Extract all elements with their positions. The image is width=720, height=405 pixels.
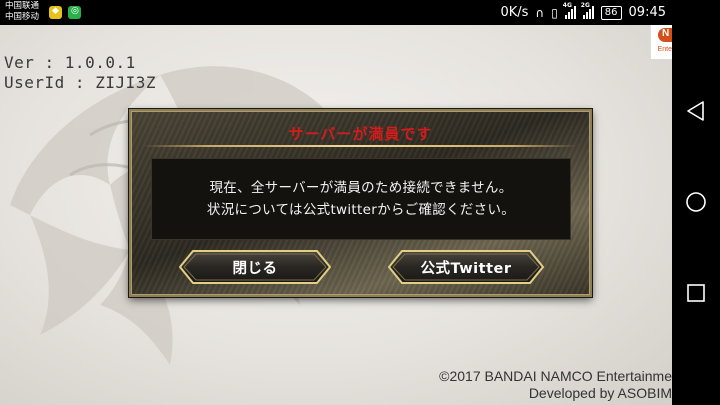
dialog-title: サーバーが満員です xyxy=(288,125,433,143)
carrier-2: 中国移动 xyxy=(5,12,40,22)
navigation-bar xyxy=(672,0,720,405)
logo-text: Ente xyxy=(657,46,672,53)
official-twitter-button[interactable]: 公式Twitter xyxy=(388,250,544,284)
version-label: Ver : 1.0.0.1 xyxy=(4,53,136,72)
back-icon[interactable] xyxy=(684,99,708,123)
message-line-1: 現在、全サーバーが満員のため接続できません。 xyxy=(209,180,513,196)
headphones-icon: ∩ xyxy=(535,5,545,20)
copyright: ©2017 BANDAI NAMCO Entertainme Developed… xyxy=(439,368,672,402)
copyright-line-1: ©2017 BANDAI NAMCO Entertainme xyxy=(439,368,672,384)
status-bar: 中国联通 中国移动 ◆ ◎ 0K/s ∩ ▯ 4G 2G 86 09:45 xyxy=(0,0,672,25)
title-divider xyxy=(143,145,578,147)
recents-icon[interactable] xyxy=(684,281,708,305)
game-screen: Ver : 1.0.0.1 UserId : ZIJI3Z N Ente ©20… xyxy=(0,25,672,405)
twitter-button-label: 公式Twitter xyxy=(420,260,512,277)
close-button-label: 閉じる xyxy=(232,260,278,277)
message-line-2: 状況については公式twitterからご確認ください。 xyxy=(206,202,516,218)
carrier-1: 中国联通 xyxy=(5,1,40,11)
status-indicators: 0K/s ∩ ▯ 4G 2G 86 09:45 xyxy=(500,2,666,21)
server-full-dialog: サーバーが満員です 現在、全サーバーが満員のため接続できません。 状況については… xyxy=(129,109,592,297)
bandai-namco-logo: N Ente xyxy=(650,25,672,59)
version-info: Ver : 1.0.0.1 UserId : ZIJI3Z xyxy=(4,53,156,93)
net-speed: 0K/s xyxy=(500,5,529,20)
notification-app-icon: ◆ xyxy=(49,6,62,19)
carrier-info: 中国联通 中国移动 xyxy=(5,1,39,23)
copyright-line-2: Developed by ASOBIM xyxy=(528,385,672,401)
close-button[interactable]: 閉じる xyxy=(179,250,331,284)
signal-icon-2: 2G xyxy=(581,2,594,19)
dialog-message: 現在、全サーバーが満員のため接続できません。 状況については公式twitterか… xyxy=(151,158,571,240)
battery-icon: 86 xyxy=(600,5,622,20)
home-icon[interactable] xyxy=(684,190,708,214)
notification-wechat-icon: ◎ xyxy=(68,6,81,19)
user-id-label: UserId : ZIJI3Z xyxy=(4,73,156,92)
vibrate-icon: ▯ xyxy=(551,5,558,20)
signal-icon: 4G xyxy=(563,2,576,19)
clock: 09:45 xyxy=(628,5,666,20)
